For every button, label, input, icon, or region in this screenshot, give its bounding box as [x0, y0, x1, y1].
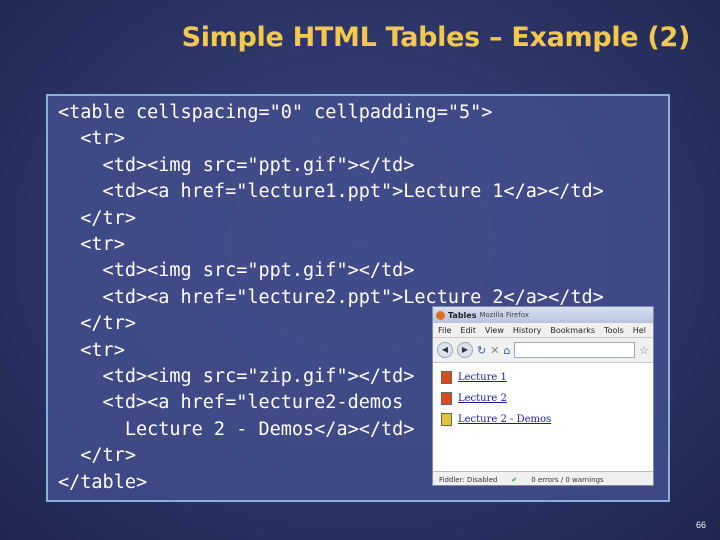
code-line: </tr> [58, 207, 136, 229]
browser-navbar: ◀ ▶ ↻ ✕ ⌂ ☆ [433, 338, 653, 363]
browser-content: Lecture 1 Lecture 2 Lecture 2 - Demos [433, 363, 653, 471]
menu-history[interactable]: History [513, 326, 541, 335]
reload-icon[interactable]: ↻ [477, 344, 486, 357]
fiddler-status: Fiddler: Disabled [439, 476, 498, 484]
browser-menubar: File Edit View History Bookmarks Tools H… [433, 323, 653, 338]
ppt-icon [441, 371, 452, 384]
forward-icon[interactable]: ▶ [457, 342, 473, 358]
back-icon[interactable]: ◀ [437, 342, 453, 358]
lecture-link[interactable]: Lecture 2 [458, 393, 507, 404]
browser-titlebar: Tables Mozilla Firefox [433, 307, 653, 323]
address-bar[interactable] [514, 342, 636, 358]
slide-title: Simple HTML Tables – Example (2) [181, 22, 691, 53]
menu-bookmarks[interactable]: Bookmarks [550, 326, 595, 335]
browser-app-name: Mozilla Firefox [479, 311, 529, 319]
zip-icon [441, 413, 452, 426]
lecture-link[interactable]: Lecture 1 [458, 372, 507, 383]
page-number: 66 [695, 520, 706, 530]
table-row: Lecture 2 - Demos [441, 409, 653, 430]
lecture-link[interactable]: Lecture 2 - Demos [458, 414, 551, 425]
home-icon[interactable]: ⌂ [503, 344, 510, 357]
browser-page-title: Tables [448, 310, 477, 320]
error-status: 0 errors / 0 warnings [531, 476, 604, 484]
menu-help[interactable]: Hel [633, 326, 646, 335]
ppt-icon [441, 392, 452, 405]
code-line: <tr> [58, 128, 125, 150]
stop-icon[interactable]: ✕ [490, 344, 499, 357]
browser-window-screenshot: Tables Mozilla Firefox File Edit View Hi… [432, 306, 654, 486]
code-line: <td><img src="ppt.gif"></td> [58, 154, 415, 176]
bookmark-star-icon[interactable]: ☆ [639, 344, 649, 357]
code-line: <table cellspacing="0" cellpadding="5"> [58, 102, 493, 123]
firefox-icon [436, 310, 445, 320]
code-line: <td><a href="lecture1.ppt">Lecture 1</a>… [58, 181, 604, 203]
browser-statusbar: Fiddler: Disabled ✔ 0 errors / 0 warning… [433, 471, 653, 485]
check-icon: ✔ [511, 476, 518, 484]
menu-view[interactable]: View [485, 326, 504, 335]
table-row: Lecture 1 [441, 367, 653, 388]
table-row: Lecture 2 [441, 388, 653, 409]
code-line: <td><img src="ppt.gif"></td> [58, 260, 415, 282]
menu-tools[interactable]: Tools [604, 326, 624, 335]
menu-file[interactable]: File [438, 326, 451, 335]
menu-edit[interactable]: Edit [460, 326, 476, 335]
code-line: <tr> [58, 234, 125, 256]
